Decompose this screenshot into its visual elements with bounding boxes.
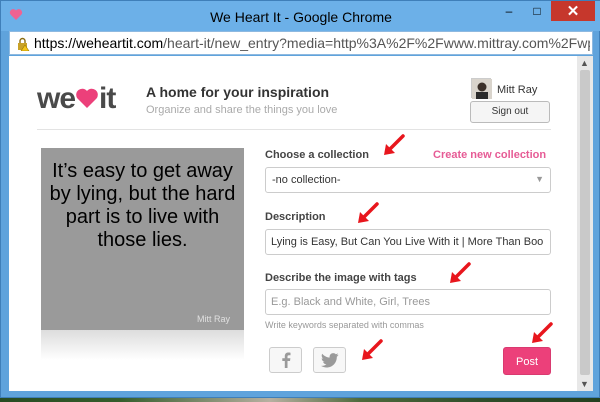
tags-hint: Write keywords separated with commas bbox=[265, 320, 424, 330]
red-arrow-icon bbox=[384, 134, 405, 155]
twitter-share-button[interactable] bbox=[313, 347, 346, 373]
facebook-icon bbox=[281, 352, 290, 368]
scroll-down-icon[interactable]: ▼ bbox=[580, 379, 589, 389]
browser-window: We Heart It - Google Chrome – □ ✕ https:… bbox=[0, 0, 600, 398]
close-button[interactable]: ✕ bbox=[551, 1, 595, 21]
create-collection-link[interactable]: Create new collection bbox=[433, 149, 546, 161]
logo-heart-icon bbox=[76, 88, 98, 108]
minimize-button[interactable]: – bbox=[495, 1, 523, 21]
quote-text: It’s easy to get away by lying, but the … bbox=[49, 160, 236, 251]
minimize-icon: – bbox=[505, 4, 513, 18]
user-name[interactable]: Mitt Ray bbox=[497, 84, 537, 96]
description-input[interactable] bbox=[265, 229, 551, 255]
page-viewport: we it A home for your inspiration Organiz… bbox=[9, 56, 585, 391]
image-reflection bbox=[41, 330, 244, 360]
scrollbar-thumb[interactable] bbox=[580, 70, 590, 375]
header-divider bbox=[37, 129, 551, 130]
vertical-scrollbar[interactable]: ▲ ▼ bbox=[577, 56, 593, 391]
collection-label: Choose a collection bbox=[265, 149, 369, 161]
user-avatar-icon bbox=[472, 79, 492, 99]
image-preview: It’s easy to get away by lying, but the … bbox=[41, 148, 244, 330]
scroll-up-icon[interactable]: ▲ bbox=[580, 58, 589, 68]
facebook-share-button[interactable] bbox=[269, 347, 302, 373]
tags-input[interactable] bbox=[265, 289, 551, 315]
window-controls: – □ ✕ bbox=[495, 1, 595, 21]
url-text[interactable]: https://weheartit.com/heart-it/new_entry… bbox=[34, 35, 590, 51]
url-host: https://weheartit.com bbox=[34, 35, 164, 51]
red-arrow-icon bbox=[532, 322, 553, 343]
red-arrow-icon bbox=[362, 339, 383, 360]
warning-lock-icon bbox=[18, 37, 30, 51]
chevron-down-icon: ▼ bbox=[535, 174, 544, 184]
subtagline: Organize and share the things you love bbox=[146, 104, 338, 116]
post-button[interactable]: Post bbox=[503, 347, 551, 375]
weheartit-logo[interactable]: we it bbox=[37, 82, 116, 116]
close-icon: ✕ bbox=[566, 3, 580, 20]
tags-label: Describe the image with tags bbox=[265, 272, 417, 284]
address-bar[interactable]: https://weheartit.com/heart-it/new_entry… bbox=[9, 31, 593, 55]
maximize-icon: □ bbox=[533, 4, 541, 18]
description-label: Description bbox=[265, 211, 326, 223]
twitter-icon bbox=[320, 352, 338, 367]
tagline: A home for your inspiration bbox=[146, 84, 330, 100]
title-bar[interactable]: We Heart It - Google Chrome – □ ✕ bbox=[1, 1, 600, 31]
maximize-button[interactable]: □ bbox=[523, 1, 551, 21]
image-watermark: Mitt Ray bbox=[196, 314, 230, 324]
sign-out-button[interactable]: Sign out bbox=[470, 101, 550, 123]
url-path: /heart-it/new_entry?media=http%3A%2F%2Fw… bbox=[163, 35, 590, 51]
red-arrow-icon bbox=[358, 202, 379, 223]
collection-select[interactable]: -no collection- ▼ bbox=[265, 167, 551, 193]
avatar[interactable] bbox=[471, 78, 492, 99]
red-arrow-icon bbox=[450, 262, 471, 283]
collection-selected-value: -no collection- bbox=[272, 174, 341, 186]
